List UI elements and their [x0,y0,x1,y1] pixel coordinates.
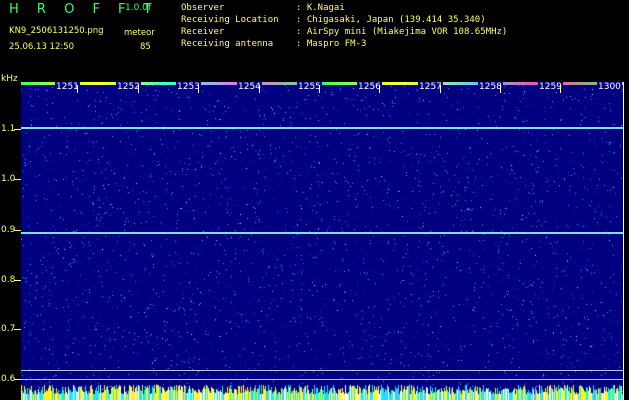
x-tick [379,85,380,93]
y-tick [14,329,21,330]
x-tick [77,85,78,93]
y-axis-unit: kHz [1,74,18,84]
x-tick [259,85,260,93]
x-tick-label: 1300 [597,82,622,92]
reference-line-1 [21,370,623,371]
x-tick [198,85,199,93]
y-tick [14,280,21,281]
plot-right-border [623,82,624,400]
header-panel: H R O F F T 1.0.0f KN9_2506131250.png me… [0,0,629,74]
info-key-location: Receiving Location [181,15,279,25]
info-key-antenna: Receiving antenna [181,39,274,49]
spectrogram-top-band [21,82,623,85]
info-key-observer: Observer [181,3,225,13]
meteor-count: 85 [140,42,151,52]
y-tick [14,179,21,180]
x-tick [319,85,320,93]
y-tick [14,129,21,130]
timestamp: 25.06.13 12:50 [9,42,75,52]
info-value-antenna: : Maspro FM-3 [296,39,367,49]
app-version: 1.0.0f [125,3,152,13]
reference-line-2 [21,379,623,380]
file-name: KN9_2506131250.png [9,26,104,36]
info-value-receiver: : AirSpy mini (Miakejima VOR 108.65MHz) [296,27,508,37]
spectrogram-plot [21,82,623,400]
x-tick [560,85,561,93]
info-value-observer: : K.Nagai [296,3,345,13]
info-value-location: : Chigasaki, Japan (139.414 35.340) [296,15,486,25]
x-tick [138,85,139,93]
info-key-receiver: Receiver [181,27,225,37]
y-tick [14,230,21,231]
signal-line-upper [21,127,623,129]
x-tick [440,85,441,93]
x-tick [500,85,501,93]
count-unit-label: meteor [124,28,155,38]
y-tick [14,379,21,380]
signal-line-lower [21,232,623,234]
spectrogram-noise [21,82,623,400]
